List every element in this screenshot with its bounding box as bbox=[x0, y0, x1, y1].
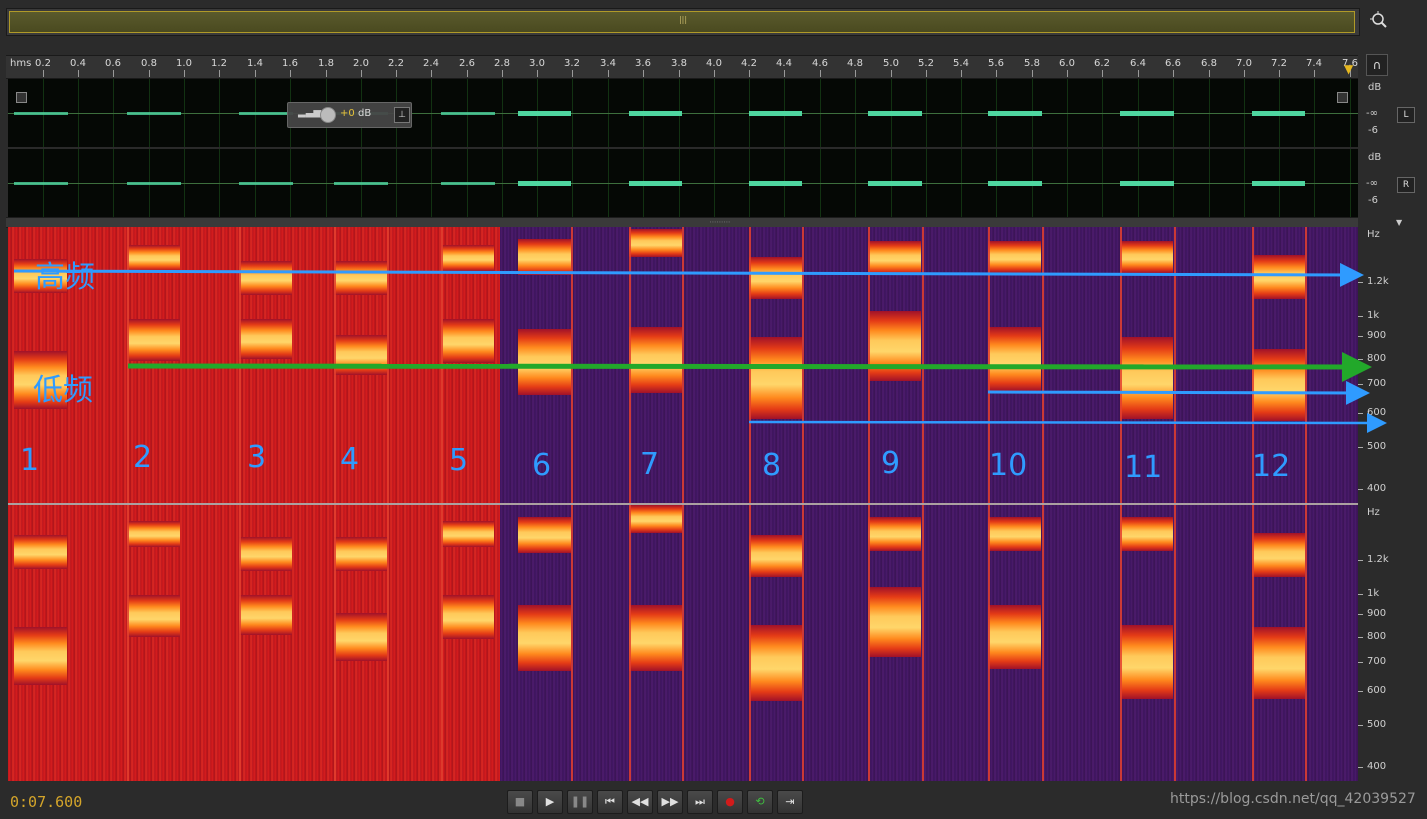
arrow-600 bbox=[748, 412, 1387, 433]
high-freq-arrow bbox=[13, 262, 1364, 287]
low-freq-arrow bbox=[127, 351, 1372, 382]
fast-forward-icon[interactable]: ▶▶ bbox=[657, 790, 683, 814]
annotation-tone-number: 11 bbox=[1124, 450, 1163, 485]
record-icon[interactable]: ● bbox=[717, 790, 743, 814]
annotation-tone-number: 7 bbox=[640, 447, 660, 482]
go-to-end-icon[interactable]: ⏭ bbox=[687, 790, 713, 814]
annotation-tone-number: 6 bbox=[532, 448, 552, 483]
arrow-700 bbox=[987, 380, 1370, 405]
annotation-tone-number: 3 bbox=[247, 440, 267, 475]
skip-selection-icon[interactable]: ⇥ bbox=[777, 790, 803, 814]
annotation-high-frequency: 高频 bbox=[35, 260, 95, 295]
annotation-tone-number: 1 bbox=[20, 443, 40, 478]
pause-icon[interactable]: ❚❚ bbox=[567, 790, 593, 814]
annotation-tone-number: 8 bbox=[762, 448, 782, 483]
annotation-tone-number: 2 bbox=[133, 440, 153, 475]
annotation-tone-number: 10 bbox=[989, 448, 1028, 483]
go-to-start-icon[interactable]: ⏮ bbox=[597, 790, 623, 814]
watermark: https://blog.csdn.net/qq_42039527 bbox=[1170, 791, 1416, 807]
time-readout: 0:07.600 bbox=[10, 793, 83, 811]
annotation-tone-number: 5 bbox=[449, 443, 469, 478]
stop-icon[interactable]: ■ bbox=[507, 790, 533, 814]
play-icon[interactable]: ▶ bbox=[537, 790, 563, 814]
loop-icon[interactable]: ⟲ bbox=[747, 790, 773, 814]
annotation-low-frequency: 低频 bbox=[33, 373, 93, 408]
annotation-tone-number: 4 bbox=[340, 442, 360, 477]
rewind-icon[interactable]: ◀◀ bbox=[627, 790, 653, 814]
annotation-tone-number: 12 bbox=[1252, 449, 1291, 484]
annotation-tone-number: 9 bbox=[881, 446, 901, 481]
annotation-overlay bbox=[13, 262, 1387, 433]
